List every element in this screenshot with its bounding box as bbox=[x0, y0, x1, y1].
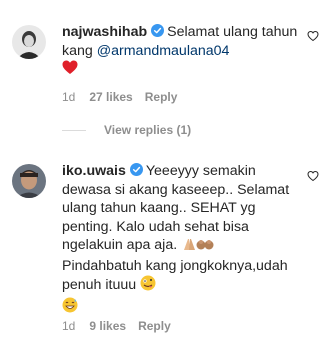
folded-hands-emoji-icon bbox=[181, 237, 215, 257]
avatar[interactable] bbox=[12, 164, 46, 198]
divider-line bbox=[62, 129, 86, 131]
reply-button[interactable]: Reply bbox=[138, 319, 171, 333]
likes-count[interactable]: 9 likes bbox=[89, 319, 126, 333]
comment-text-continued: Pindahbatuh kang jongkoknya,udah penuh i… bbox=[62, 257, 288, 294]
heart-emoji-icon bbox=[62, 60, 78, 81]
comment-meta: 1d 9 likes Reply bbox=[62, 319, 171, 333]
comment-meta: 1d 27 likes Reply bbox=[62, 90, 177, 104]
like-heart-icon[interactable] bbox=[307, 30, 319, 42]
reply-button[interactable]: Reply bbox=[145, 90, 178, 104]
username[interactable]: iko.uwais bbox=[62, 163, 126, 179]
grinning-sweat-emoji-icon bbox=[62, 297, 78, 319]
likes-count[interactable]: 27 likes bbox=[89, 90, 132, 104]
timestamp[interactable]: 1d bbox=[62, 319, 75, 333]
timestamp[interactable]: 1d bbox=[62, 90, 75, 104]
like-heart-icon[interactable] bbox=[307, 170, 319, 182]
view-replies-label: View replies (1) bbox=[104, 123, 192, 137]
comment-body: iko.uwais Yeeeyyy semakin dewasa si akang… bbox=[62, 162, 298, 318]
verified-badge-icon bbox=[151, 24, 165, 37]
view-replies-button[interactable]: View replies (1) bbox=[62, 123, 191, 137]
avatar[interactable] bbox=[12, 25, 46, 59]
mention-link[interactable]: @armandmaulana04 bbox=[97, 43, 230, 59]
verified-badge-icon bbox=[129, 163, 143, 176]
comment-body: najwashihab Selamat ulang tahun kang @arm… bbox=[62, 23, 298, 81]
username[interactable]: najwashihab bbox=[62, 24, 147, 40]
zany-face-emoji-icon bbox=[140, 275, 156, 297]
